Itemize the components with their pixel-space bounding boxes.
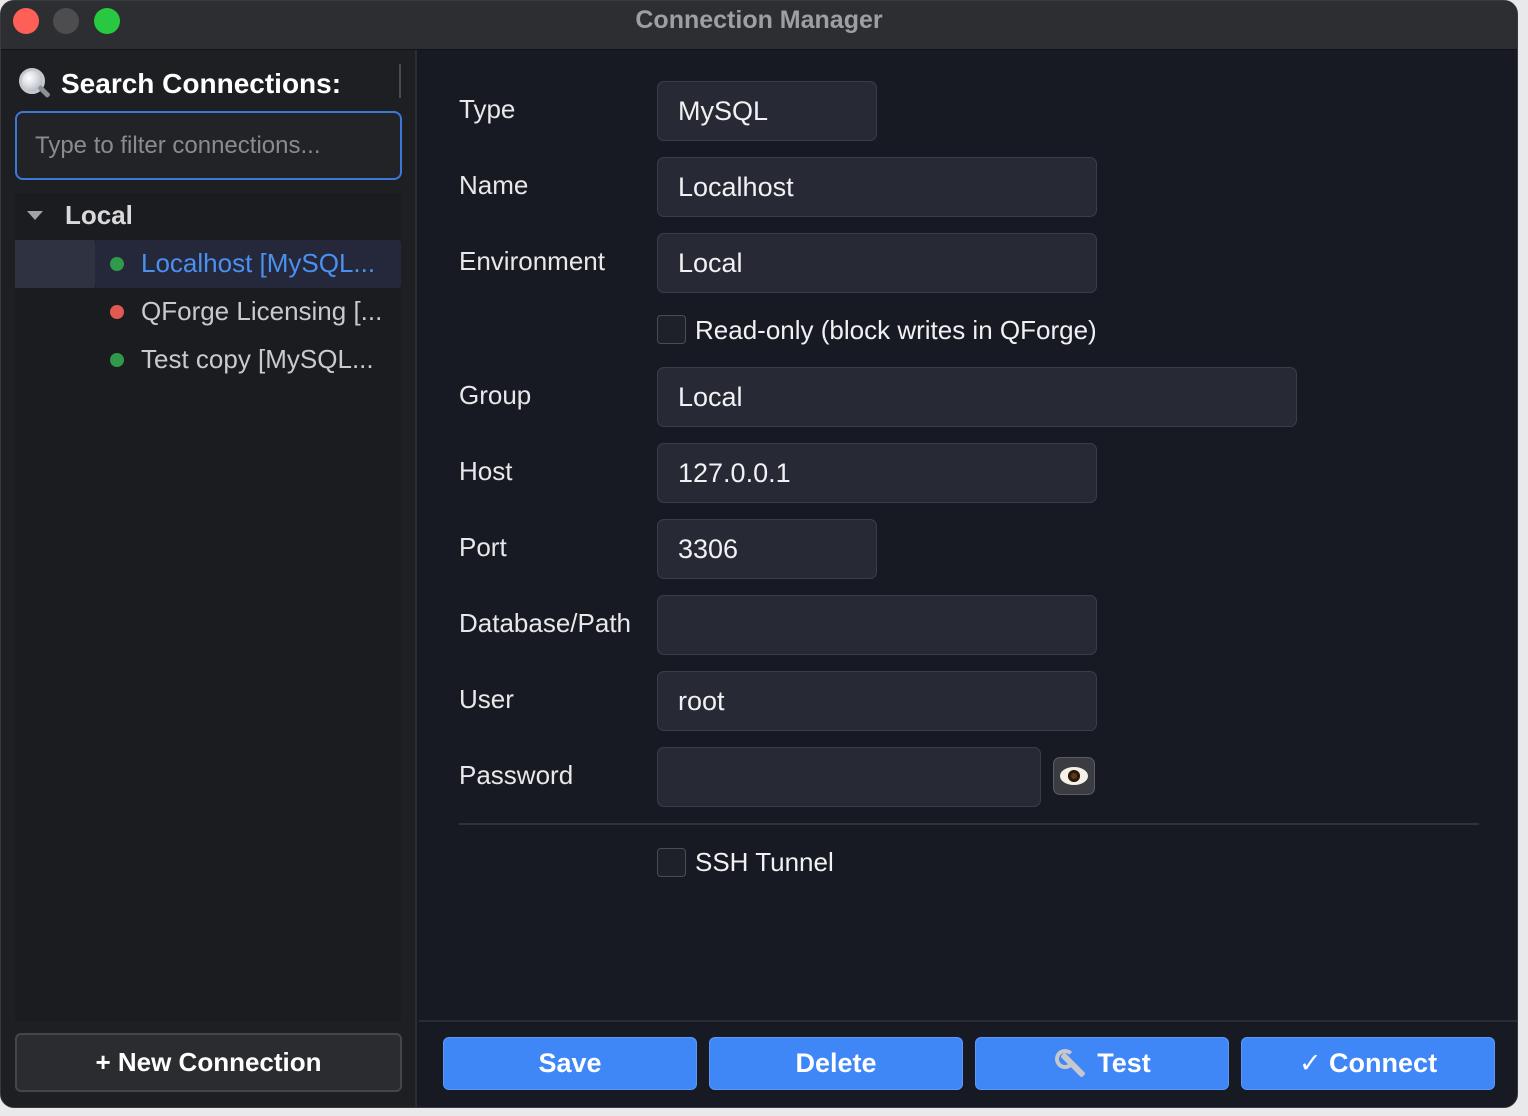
delete-button[interactable]: Delete [709, 1037, 963, 1090]
type-label: Type [459, 94, 516, 124]
port-label: Port [459, 532, 507, 562]
group-label: Group [459, 380, 532, 410]
status-dot-icon [110, 257, 124, 271]
wrench-icon [1053, 1047, 1087, 1081]
search-header: Search Connections: [17, 64, 341, 104]
action-bar: Save Delete Test ✓ Connect [419, 1020, 1517, 1107]
test-button[interactable]: Test [975, 1037, 1229, 1090]
chevron-down-icon[interactable] [27, 210, 43, 220]
title-bar: Connection Manager [1, 1, 1517, 50]
splitter-handle[interactable] [399, 64, 401, 98]
tree-item-label: Localhost [MySQL... [141, 248, 376, 278]
window-title: Connection Manager [635, 6, 883, 34]
password-label: Password [459, 760, 574, 790]
connect-button[interactable]: ✓ Connect [1241, 1037, 1495, 1090]
group-field[interactable]: Local [657, 367, 1297, 427]
database-field[interactable] [657, 595, 1097, 655]
new-connection-button[interactable]: + New Connection [15, 1033, 402, 1092]
search-label: Search Connections: [61, 68, 342, 99]
ssh-tunnel-label[interactable]: SSH Tunnel [695, 847, 834, 878]
status-dot-icon [110, 305, 124, 319]
status-dot-icon [110, 353, 124, 367]
user-field[interactable]: root [657, 671, 1097, 731]
environment-label: Environment [459, 246, 605, 276]
tree-item-label: QForge Licensing [... [141, 296, 383, 326]
name-label: Name [459, 170, 529, 200]
tree-item-localhost[interactable]: Localhost [MySQL... [15, 240, 401, 288]
connection-form: Type MySQL Name Localhost Environment Lo… [419, 50, 1517, 1020]
database-label: Database/Path [459, 608, 632, 638]
ssh-tunnel-checkbox[interactable] [657, 848, 686, 877]
magnifier-icon [17, 67, 51, 101]
name-field[interactable]: Localhost [657, 157, 1097, 217]
password-field[interactable] [657, 747, 1041, 807]
readonly-label[interactable]: Read-only (block writes in QForge) [695, 315, 1097, 346]
show-password-button[interactable] [1053, 757, 1095, 795]
host-field[interactable]: 127.0.0.1 [657, 443, 1097, 503]
tree-item-label: Test copy [MySQL... [141, 344, 374, 374]
tree-item-qforge-licensing[interactable]: QForge Licensing [... [15, 288, 401, 336]
test-button-label: Test [1097, 1048, 1151, 1078]
eye-icon [1060, 767, 1088, 785]
type-select[interactable]: MySQL [657, 81, 877, 141]
host-label: Host [459, 456, 513, 486]
group-label: Local [65, 199, 133, 230]
user-label: User [459, 684, 514, 714]
search-input[interactable] [15, 111, 402, 180]
connection-tree: Local Localhost [MySQL... QForge Licensi… [15, 193, 401, 1021]
port-field[interactable]: 3306 [657, 519, 877, 579]
tree-group-local[interactable]: Local [15, 193, 401, 237]
sidebar: Search Connections: Local Localhost [MyS… [1, 50, 417, 1107]
form-divider [459, 823, 1479, 825]
connection-manager-window: Connection Manager Search Connections: L… [0, 0, 1518, 1108]
readonly-checkbox[interactable] [657, 315, 686, 344]
environment-select[interactable]: Local [657, 233, 1097, 293]
save-button[interactable]: Save [443, 1037, 697, 1090]
tree-item-test-copy[interactable]: Test copy [MySQL... [15, 336, 401, 384]
